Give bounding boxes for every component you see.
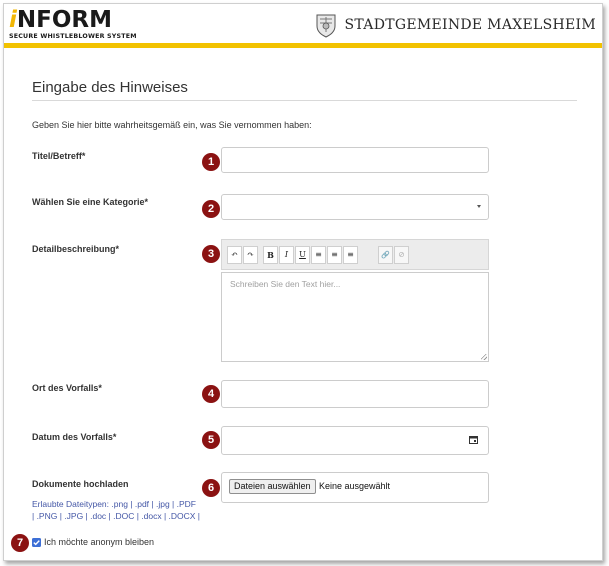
page-title: Eingabe des Hinweises bbox=[32, 79, 188, 96]
allowed-filetypes: Erlaubte Dateitypen: .png | .pdf | .jpg … bbox=[32, 498, 212, 522]
upload-status: Keine ausgewählt bbox=[319, 481, 391, 491]
inform-logo: iNFORM SECURE WHISTLEBLOWER SYSTEM bbox=[9, 9, 137, 41]
resize-handle[interactable] bbox=[481, 354, 487, 360]
calendar-icon[interactable] bbox=[469, 435, 478, 444]
title-divider bbox=[32, 100, 577, 101]
date-label: Datum des Vorfalls* bbox=[32, 432, 117, 442]
unlink-button[interactable]: ⊘ bbox=[394, 246, 409, 264]
municipality-name: Stadtgemeinde Maxelsheim bbox=[344, 17, 596, 33]
intro-text: Geben Sie hier bitte wahrheitsgemäß ein,… bbox=[32, 120, 312, 130]
header: iNFORM SECURE WHISTLEBLOWER SYSTEM Stadt… bbox=[4, 4, 602, 48]
editor-toolbar: ↶ ↷ B I U ≡ ≡ ≡ 🔗 ⊘ bbox=[221, 239, 489, 270]
category-label: Wählen Sie eine Kategorie* bbox=[32, 197, 149, 207]
location-label: Ort des Vorfalls* bbox=[32, 383, 102, 393]
editor-placeholder: Schreiben Sie den Text hier... bbox=[230, 279, 341, 289]
page-frame: iNFORM SECURE WHISTLEBLOWER SYSTEM Stadt… bbox=[3, 3, 603, 561]
step-badge-5: 5 bbox=[202, 431, 220, 449]
step-badge-3: 3 bbox=[202, 245, 220, 263]
description-label: Detailbeschreibung* bbox=[32, 244, 120, 254]
checkmark-icon bbox=[33, 540, 40, 546]
link-button[interactable]: 🔗 bbox=[378, 246, 393, 264]
choose-files-button[interactable]: Dateien auswählen bbox=[229, 479, 316, 494]
title-label: Titel/Betreff* bbox=[32, 151, 86, 161]
logo-i-letter: i bbox=[9, 7, 17, 33]
crest-icon bbox=[316, 14, 336, 38]
allowed-filetypes-line-1: Erlaubte Dateitypen: .png | .pdf | .jpg … bbox=[32, 499, 196, 509]
bold-button[interactable]: B bbox=[263, 246, 278, 264]
logo-wordmark: iNFORM bbox=[9, 9, 137, 32]
category-select[interactable] bbox=[221, 194, 489, 220]
title-input[interactable] bbox=[221, 147, 489, 173]
file-upload-field[interactable]: Dateien auswählen Keine ausgewählt bbox=[221, 472, 489, 503]
redo-button[interactable]: ↷ bbox=[243, 246, 258, 264]
upload-label: Dokumente hochladen bbox=[32, 479, 129, 489]
anonymous-checkbox[interactable] bbox=[32, 538, 41, 547]
italic-button[interactable]: I bbox=[279, 246, 294, 264]
location-input[interactable] bbox=[221, 380, 489, 408]
anonymous-label[interactable]: Ich möchte anonym bleiben bbox=[44, 537, 154, 547]
logo-main-text: NFORM bbox=[16, 7, 113, 33]
description-editor[interactable]: Schreiben Sie den Text hier... bbox=[221, 272, 489, 362]
step-badge-7: 7 bbox=[11, 534, 29, 552]
date-input[interactable] bbox=[221, 426, 489, 455]
step-badge-1: 1 bbox=[202, 153, 220, 171]
step-badge-6: 6 bbox=[202, 479, 220, 497]
step-badge-4: 4 bbox=[202, 385, 220, 403]
allowed-filetypes-line-2: | .PNG | .JPG | .doc | .DOC | .docx | .D… bbox=[32, 511, 201, 521]
form-content: Eingabe des Hinweises Geben Sie hier bit… bbox=[4, 48, 602, 560]
undo-button[interactable]: ↶ bbox=[227, 246, 242, 264]
municipality-brand: Stadtgemeinde Maxelsheim bbox=[315, 9, 596, 41]
logo-tagline: SECURE WHISTLEBLOWER SYSTEM bbox=[9, 33, 137, 40]
align-right-button[interactable]: ≡ bbox=[343, 246, 358, 264]
align-center-button[interactable]: ≡ bbox=[327, 246, 342, 264]
step-badge-2: 2 bbox=[202, 200, 220, 218]
align-left-button[interactable]: ≡ bbox=[311, 246, 326, 264]
chevron-down-icon bbox=[477, 205, 481, 208]
underline-button[interactable]: U bbox=[295, 246, 310, 264]
